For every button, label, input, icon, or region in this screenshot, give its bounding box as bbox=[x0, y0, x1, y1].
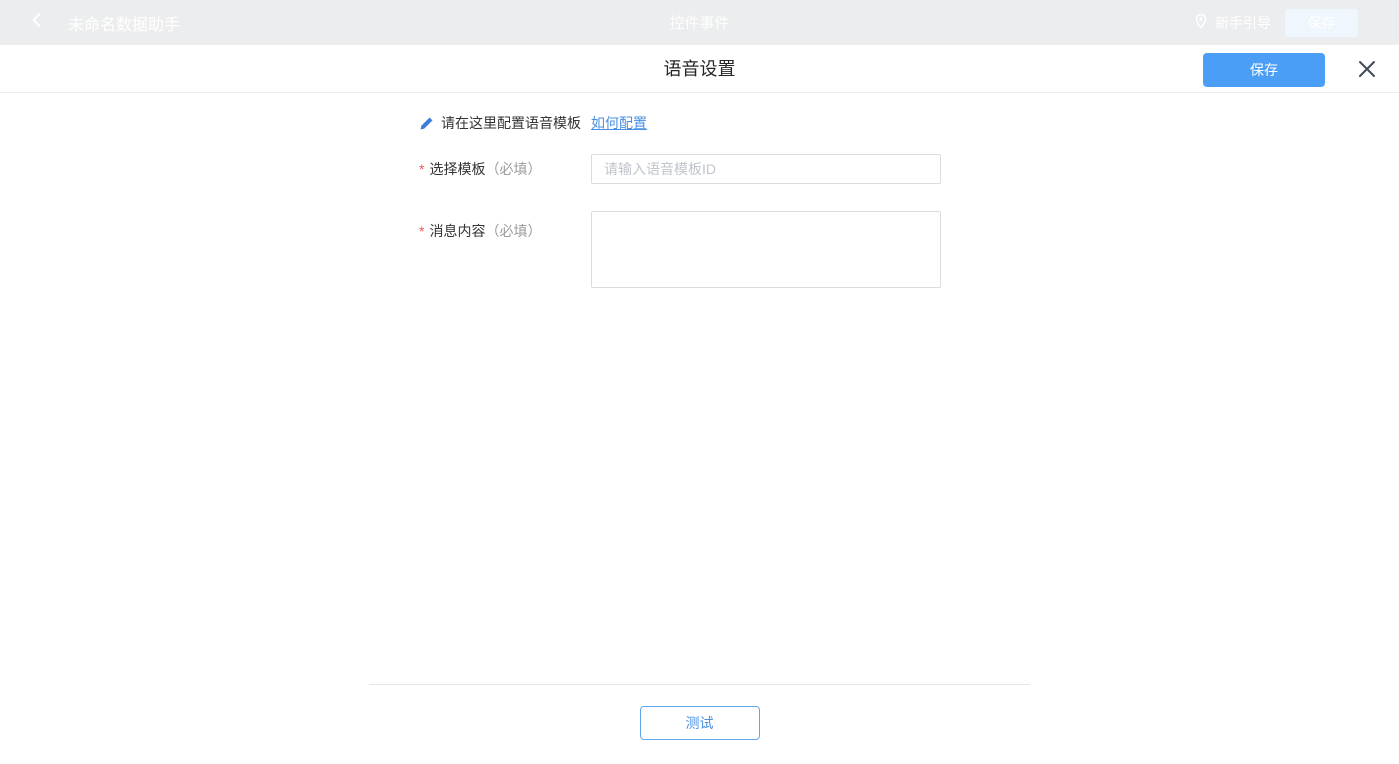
template-id-input[interactable] bbox=[591, 154, 941, 184]
message-field-label: * 消息内容（必填） bbox=[419, 221, 541, 241]
message-label-suffix: （必填） bbox=[485, 223, 541, 239]
pencil-icon bbox=[419, 116, 434, 131]
save-button[interactable]: 保存 bbox=[1203, 53, 1325, 87]
test-button[interactable]: 测试 bbox=[640, 706, 760, 740]
template-field-label: * 选择模板（必填） bbox=[419, 154, 541, 184]
template-label-text: 选择模板 bbox=[429, 161, 485, 177]
panel-title: 语音设置 bbox=[0, 45, 1399, 93]
template-label-suffix: （必填） bbox=[485, 161, 541, 177]
message-content-textarea[interactable] bbox=[591, 211, 941, 288]
config-hint-text: 请在这里配置语音模板 bbox=[441, 113, 581, 133]
topbar: 未命名数据助手 控件事件 新手引导 保存 bbox=[0, 0, 1399, 45]
config-hint-row: 请在这里配置语音模板 如何配置 bbox=[419, 111, 647, 135]
how-to-configure-link[interactable]: 如何配置 bbox=[591, 113, 647, 133]
panel-header: 语音设置 保存 bbox=[0, 45, 1399, 93]
required-asterisk: * bbox=[419, 161, 424, 177]
voice-settings-panel: 语音设置 保存 请在这里配置语音模板 如何配置 *选择模板（必填） *消息内容（… bbox=[0, 45, 1399, 764]
required-asterisk: * bbox=[419, 223, 424, 239]
close-button[interactable] bbox=[1354, 57, 1380, 83]
modal-dim-overlay bbox=[0, 0, 1399, 45]
footer-divider bbox=[369, 684, 1030, 685]
close-icon bbox=[1356, 58, 1378, 83]
message-label-text: 消息内容 bbox=[429, 223, 485, 239]
